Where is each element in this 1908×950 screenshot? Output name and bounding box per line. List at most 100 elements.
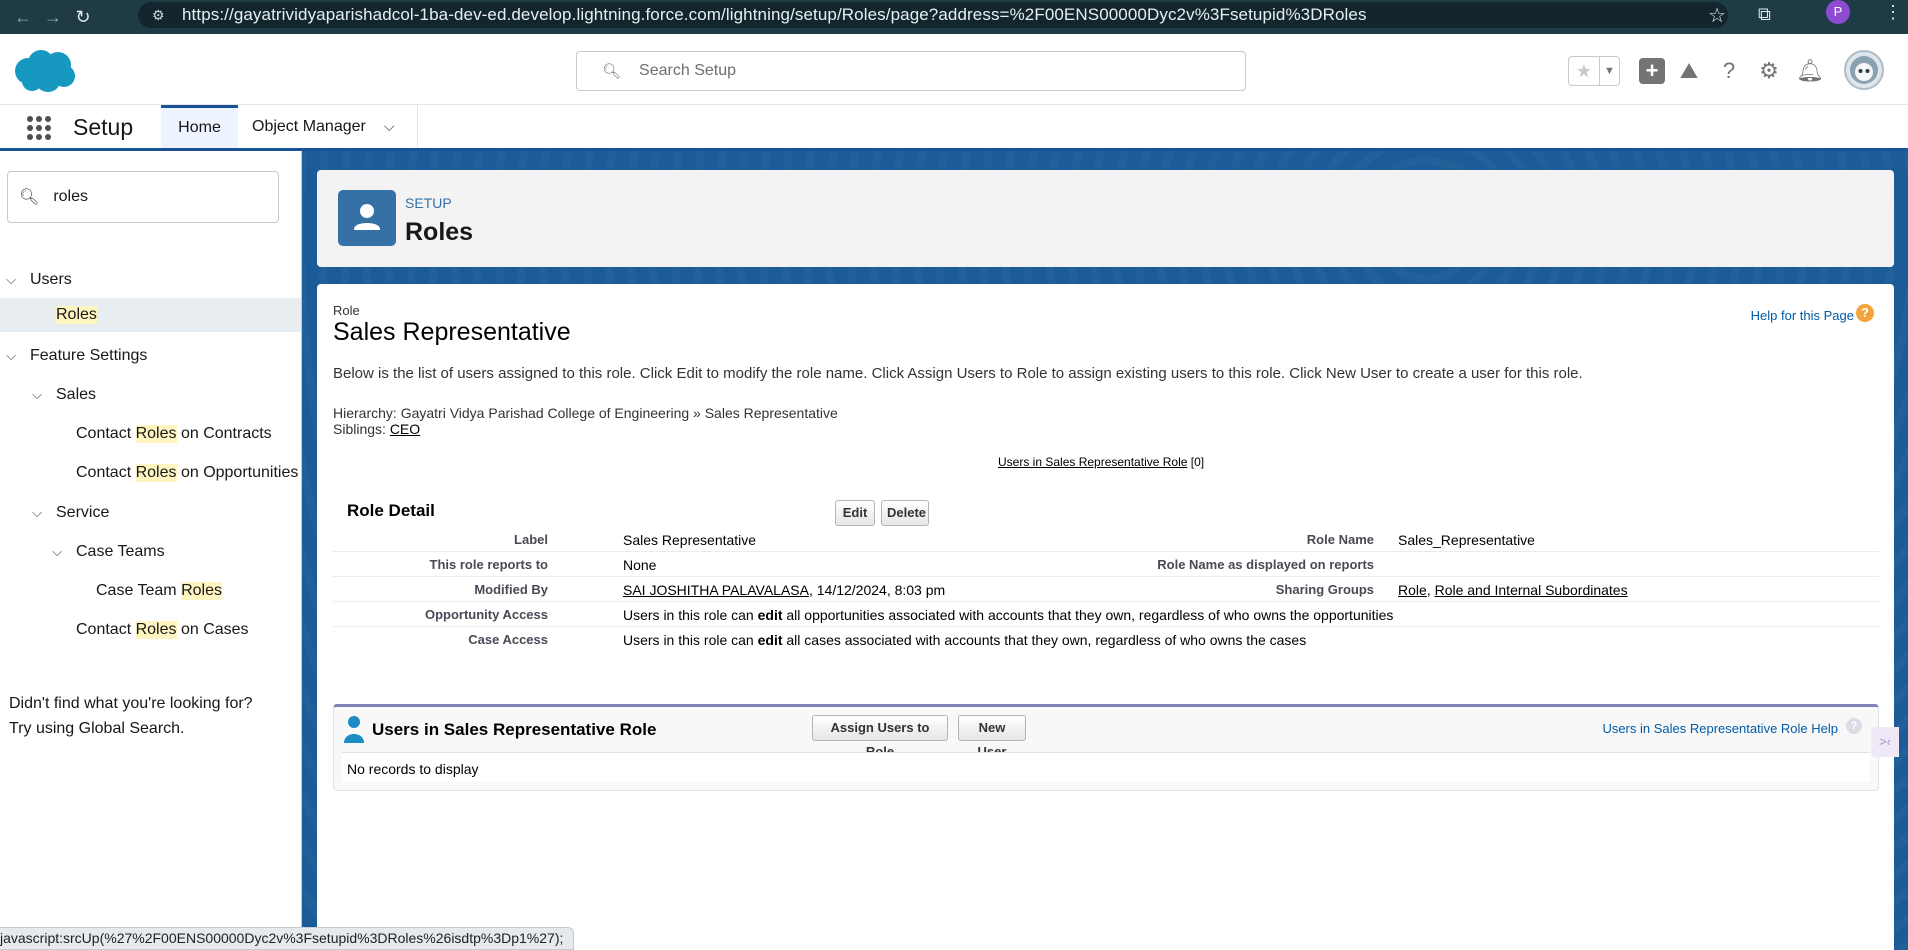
browser-profile-avatar[interactable]: P bbox=[1826, 0, 1850, 24]
notifications-bell-icon[interactable]: 🔔︎ bbox=[1796, 58, 1824, 84]
opportunity-access-field-label: Opportunity Access bbox=[424, 607, 548, 622]
help-question-icon[interactable]: ? bbox=[1856, 304, 1874, 322]
tab-object-manager-label[interactable]: Object Manager bbox=[252, 118, 366, 136]
detail-row-case-access: Case Access Users in this role can edit … bbox=[333, 627, 1879, 652]
delete-button[interactable]: Delete bbox=[881, 500, 929, 526]
forward-icon[interactable]: → bbox=[38, 7, 68, 28]
sidebar-item-prefix: Case Team bbox=[96, 582, 182, 599]
chevron-down-icon[interactable]: ⌵ bbox=[384, 118, 395, 135]
sidebar-item-label[interactable]: Sales bbox=[56, 386, 96, 404]
back-icon[interactable]: ← bbox=[8, 7, 38, 28]
reports-to-field-value: None bbox=[623, 557, 657, 573]
site-info-icon[interactable]: ⚙ bbox=[152, 7, 174, 24]
case-post: all cases associated with accounts that … bbox=[782, 632, 1307, 648]
quick-find-value[interactable]: roles bbox=[53, 188, 88, 206]
role-description: Below is the list of users assigned to t… bbox=[333, 365, 1583, 382]
global-actions-plus-icon[interactable]: + bbox=[1639, 58, 1665, 84]
url-text[interactable]: https://gayatrividyaparishadcol-1ba-dev-… bbox=[182, 5, 1367, 25]
sharing-role-link[interactable]: Role bbox=[1398, 582, 1427, 598]
browser-toolbar: ← → ↻ ⚙ https://gayatrividyaparishadcol-… bbox=[0, 0, 1908, 34]
help-question-icon[interactable]: ? bbox=[1846, 718, 1862, 734]
no-records-text: No records to display bbox=[347, 761, 479, 777]
case-bold: edit bbox=[757, 632, 783, 648]
assign-users-button[interactable]: Assign Users to Role bbox=[812, 715, 948, 759]
bookmark-star-icon[interactable]: ☆ bbox=[1708, 3, 1726, 28]
sidebar-item-label[interactable]: Case Teams bbox=[76, 543, 165, 561]
extensions-icon[interactable]: ⧉ bbox=[1758, 4, 1771, 25]
search-setup-input[interactable]: 🔍︎ Search Setup bbox=[576, 51, 1246, 91]
role-hierarchy: Hierarchy: Gayatri Vidya Parishad Colleg… bbox=[333, 405, 838, 421]
help-for-page-link[interactable]: Help for this Page bbox=[1751, 308, 1854, 323]
modified-by-user-link[interactable]: SAI JOSHITHA PALAVALASA bbox=[623, 582, 809, 598]
astro-avatar-icon bbox=[1850, 56, 1878, 84]
salesforce-logo[interactable] bbox=[8, 46, 80, 96]
chevron-down-icon[interactable]: ⌵ bbox=[30, 387, 44, 403]
sidebar-item-contact-roles-cases[interactable]: Contact Roles on Cases bbox=[0, 613, 301, 647]
global-header: 🔍︎ Search Setup ★ ▼ + ⛰ ? ⚙ 🔔︎ bbox=[0, 34, 1908, 105]
reload-icon[interactable]: ↻ bbox=[68, 7, 98, 28]
not-found-note: Didn't find what you're looking for? Try… bbox=[9, 691, 253, 741]
chevron-down-icon[interactable]: ⌵ bbox=[30, 505, 44, 521]
quick-find-input[interactable]: 🔍︎ roles bbox=[7, 171, 279, 223]
sharing-internal-link[interactable]: Role and Internal Subordinates bbox=[1435, 582, 1628, 598]
sidebar-item-highlight: Roles bbox=[135, 621, 177, 639]
chevron-down-icon[interactable]: ⌵ bbox=[4, 348, 18, 364]
detail-row-opportunity-access: Opportunity Access Users in this role ca… bbox=[333, 602, 1879, 627]
page-header: SETUP Roles bbox=[317, 170, 1894, 267]
sidebar-item-case-teams[interactable]: ⌵ Case Teams bbox=[0, 535, 301, 569]
address-bar[interactable]: ⚙ https://gayatrividyaparishadcol-1ba-de… bbox=[138, 2, 1728, 28]
search-icon: 🔍︎ bbox=[602, 63, 622, 80]
users-in-role-link[interactable]: Users in Sales Representative Role bbox=[998, 455, 1187, 469]
edit-button[interactable]: Edit bbox=[835, 500, 875, 526]
app-navigation-bar: Setup Home Object Manager ⌵ bbox=[0, 105, 1908, 151]
sidebar-item-contact-roles-contracts[interactable]: Contact Roles on Contracts bbox=[0, 417, 301, 451]
related-list-help-link[interactable]: Users in Sales Representative Role Help bbox=[1602, 721, 1838, 736]
opp-pre: Users in this role can bbox=[623, 607, 758, 623]
modified-by-date: , 14/12/2024, 8:03 pm bbox=[808, 582, 946, 598]
sidebar-item-case-team-roles[interactable]: Case Team Roles bbox=[0, 574, 301, 608]
sidebar-item-roles[interactable]: Roles bbox=[0, 298, 301, 332]
favorites-dropdown-icon[interactable]: ▼ bbox=[1599, 57, 1619, 85]
new-user-button[interactable]: New User bbox=[958, 715, 1026, 759]
tab-object-manager[interactable]: Object Manager ⌵ bbox=[238, 105, 418, 148]
sibling-ceo-link[interactable]: CEO bbox=[390, 421, 420, 437]
opportunity-access-field-value: Users in this role can edit all opportun… bbox=[623, 607, 1393, 623]
chevron-down-icon[interactable]: ⌵ bbox=[50, 544, 64, 560]
sidebar-item-contact-roles-opportunities[interactable]: Contact Roles on Opportunities bbox=[0, 456, 301, 490]
page-eyebrow: SETUP bbox=[405, 195, 452, 211]
sidebar-item-sales[interactable]: ⌵ Sales bbox=[0, 378, 301, 412]
sidebar-item-users[interactable]: ⌵ Users bbox=[0, 263, 301, 297]
sidebar-item-service[interactable]: ⌵ Service bbox=[0, 496, 301, 530]
role-siblings: Siblings: CEO bbox=[333, 421, 420, 437]
role-kicker: Role bbox=[333, 303, 360, 318]
sidebar-item-label[interactable]: Users bbox=[30, 271, 72, 289]
reports-to-field-label: This role reports to bbox=[429, 557, 548, 572]
search-setup-placeholder: Search Setup bbox=[639, 62, 736, 79]
users-in-role-anchor[interactable]: Users in Sales Representative Role [0] bbox=[998, 455, 1204, 469]
star-icon[interactable]: ★ bbox=[1569, 57, 1599, 85]
utility-panel-handle-icon[interactable]: >‹ bbox=[1871, 727, 1899, 757]
sharing-separator: , bbox=[1426, 582, 1435, 598]
chevron-down-icon[interactable]: ⌵ bbox=[4, 272, 18, 288]
sidebar-item-suffix: on Cases bbox=[176, 621, 249, 638]
detail-row-modified-by: Modified By SAI JOSHITHA PALAVALASA, 14/… bbox=[333, 577, 1879, 602]
sidebar-item-prefix: Contact bbox=[76, 425, 136, 442]
user-role-icon bbox=[338, 190, 396, 246]
favorites-button[interactable]: ★ ▼ bbox=[1568, 56, 1620, 86]
setup-gear-icon[interactable]: ⚙ bbox=[1756, 58, 1782, 84]
users-count: [0] bbox=[1190, 455, 1205, 469]
tab-home[interactable]: Home bbox=[161, 105, 238, 148]
sidebar-item-label[interactable]: Service bbox=[56, 504, 109, 522]
modified-by-field-label: Modified By bbox=[474, 582, 548, 597]
trailhead-guidance-icon[interactable]: ⛰ bbox=[1676, 58, 1702, 84]
sidebar-item-label[interactable]: Roles bbox=[56, 306, 97, 324]
sidebar-item-label[interactable]: Feature Settings bbox=[30, 347, 147, 365]
browser-menu-icon[interactable]: ⋮ bbox=[1884, 2, 1902, 23]
case-access-field-value: Users in this role can edit all cases as… bbox=[623, 632, 1306, 648]
app-launcher-icon[interactable] bbox=[27, 116, 51, 140]
user-avatar[interactable] bbox=[1844, 50, 1884, 90]
hierarchy-value: Gayatri Vidya Parishad College of Engine… bbox=[400, 405, 838, 421]
sidebar-item-feature-settings[interactable]: ⌵ Feature Settings bbox=[0, 339, 301, 373]
help-question-icon[interactable]: ? bbox=[1716, 58, 1742, 84]
related-list-body: No records to display bbox=[342, 752, 1870, 782]
